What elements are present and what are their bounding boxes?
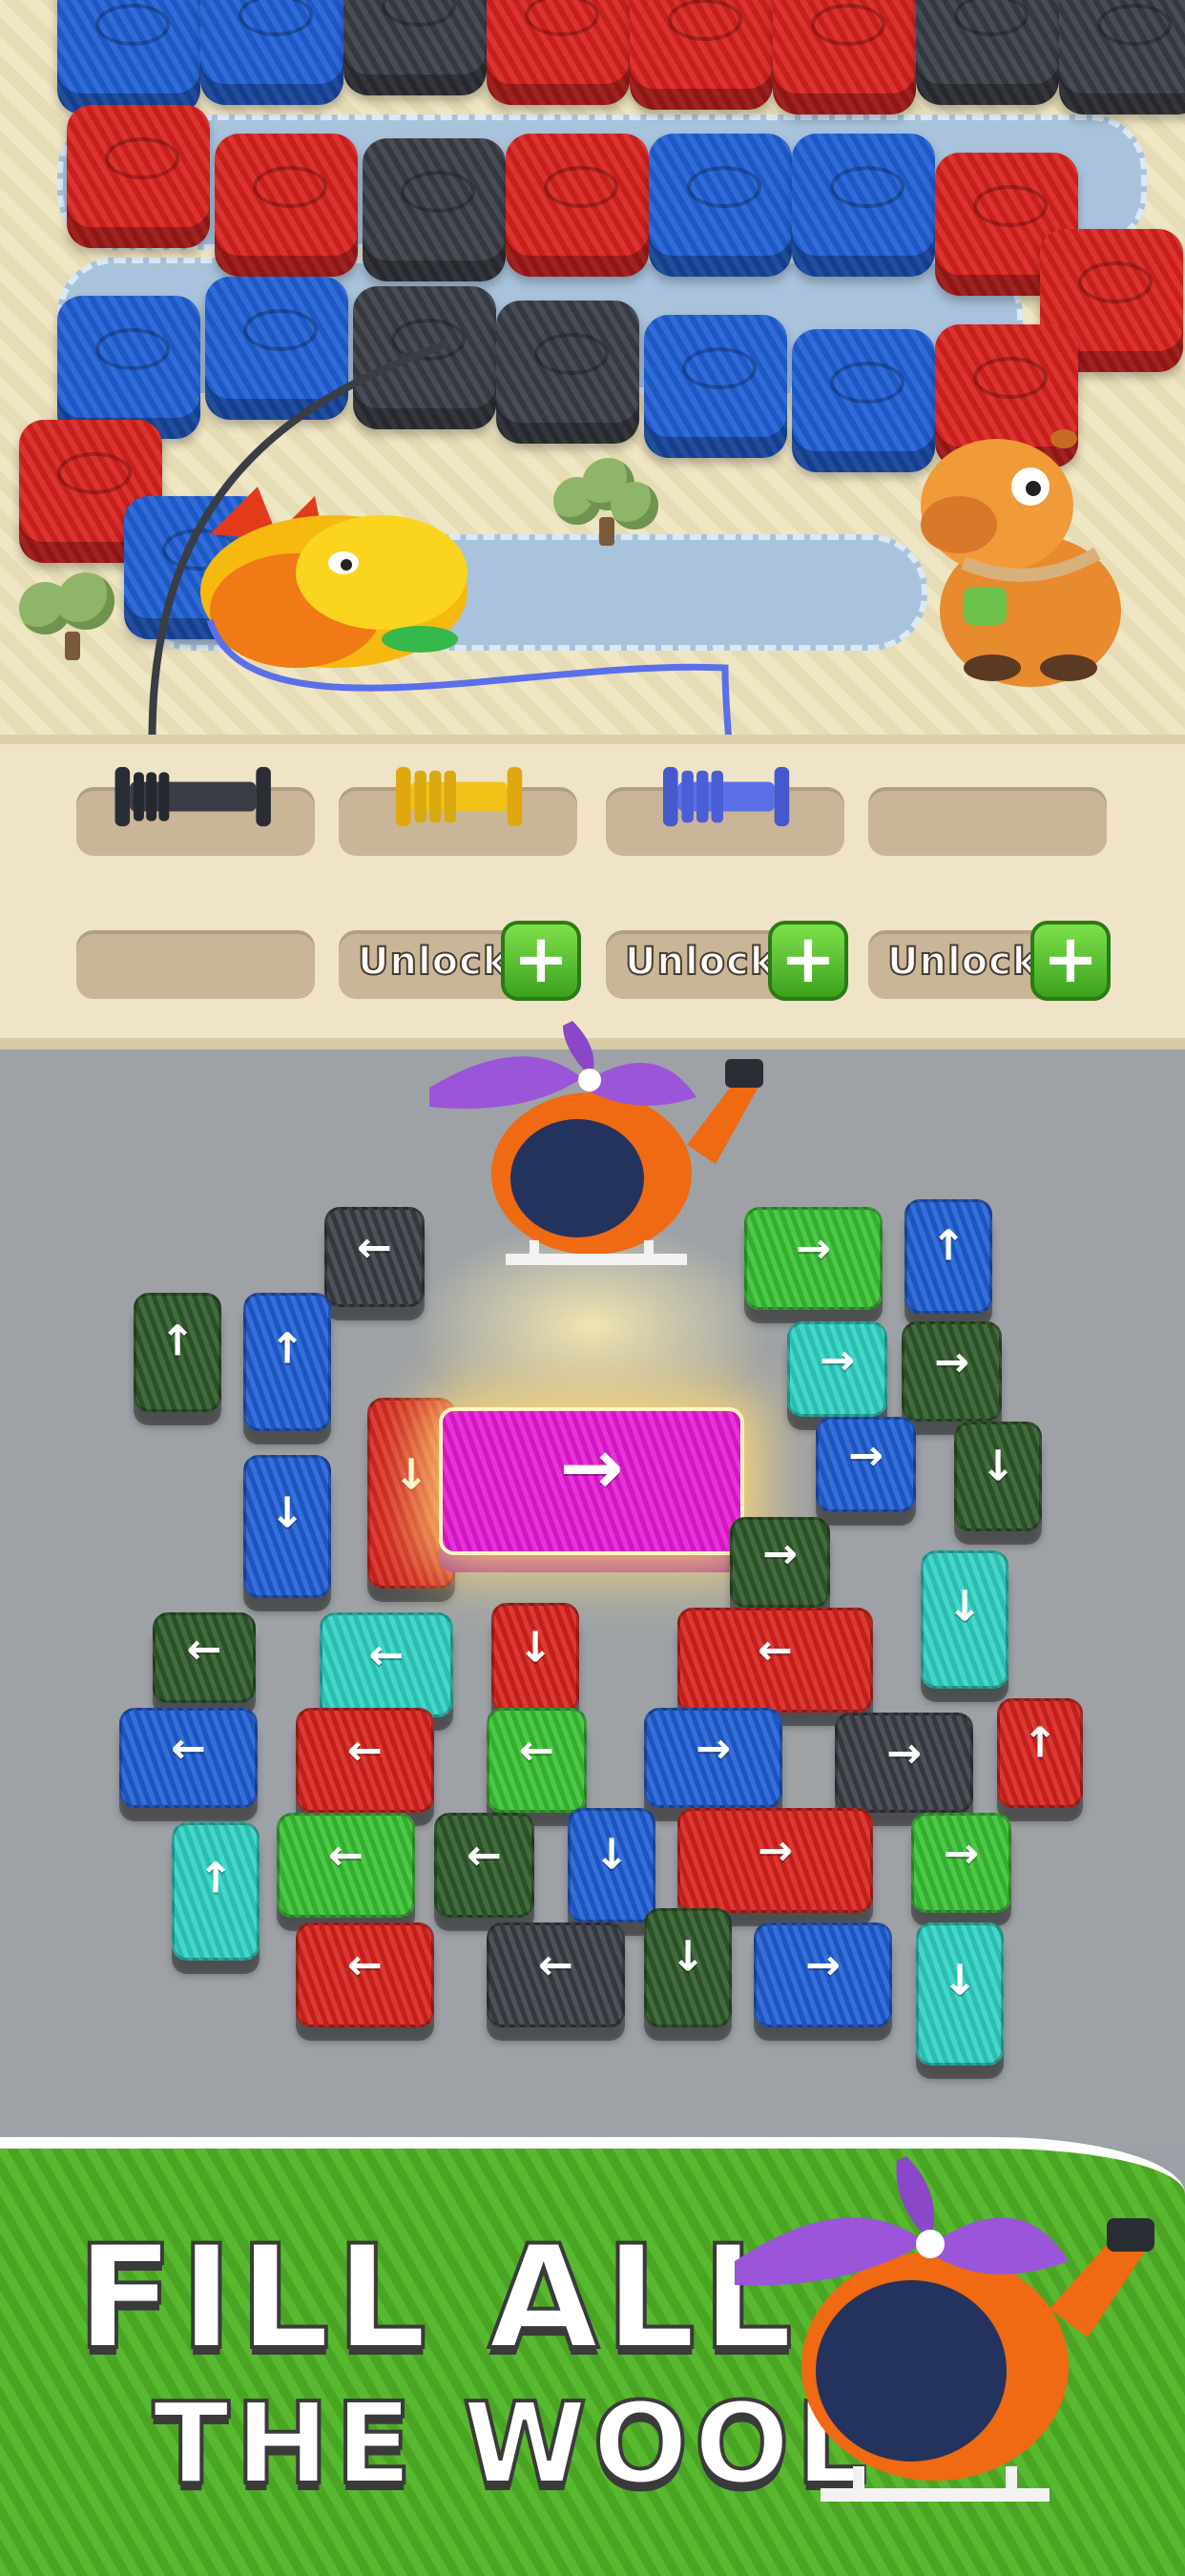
arrow-icon: → — [762, 1529, 798, 1579]
arrow-icon: ↓ — [942, 1956, 978, 2005]
wool-tile-teal[interactable]: ↑ — [172, 1822, 260, 1961]
wool-tile-darkgreen[interactable]: ↑ — [134, 1293, 221, 1412]
wool-tile-blue[interactable]: ↑ — [904, 1199, 992, 1314]
unlock-label: Unlock — [624, 939, 777, 985]
banner-title-line1: FILL ALL — [74, 2213, 799, 2383]
spool-yellow[interactable] — [372, 763, 553, 830]
unlock-label: Unlock — [357, 939, 509, 985]
wool-tile-darkgreen[interactable]: → — [902, 1321, 1002, 1422]
wool-tile-blue[interactable]: ↓ — [243, 1455, 331, 1598]
arrow-icon: → — [934, 1338, 969, 1387]
arrow-icon: ← — [328, 1831, 364, 1880]
arrow-icon: ← — [467, 1831, 502, 1880]
spool-slot-empty[interactable] — [76, 930, 315, 999]
wool-tile-teal[interactable]: ← — [320, 1612, 453, 1717]
wool-tile-red[interactable]: ↑ — [997, 1698, 1083, 1808]
arrow-icon: ← — [368, 1631, 405, 1680]
wool-tile-darkgreen[interactable]: ↓ — [644, 1908, 732, 2027]
wool-tile-red[interactable]: ↓ — [491, 1603, 579, 1713]
arrow-icon: ← — [538, 1941, 573, 1990]
unlock-label: Unlock — [886, 939, 1039, 985]
wool-tile-green[interactable]: ← — [277, 1813, 415, 1918]
wool-tile-blue[interactable]: → — [644, 1708, 782, 1808]
wool-tile-red[interactable]: ← — [296, 1708, 434, 1813]
wool-tile-darkgreen[interactable]: ← — [434, 1813, 534, 1918]
spool-black[interactable] — [81, 763, 320, 830]
arrow-icon: ↓ — [269, 1488, 305, 1538]
wool-tile-blue[interactable]: ← — [119, 1708, 258, 1808]
arrow-icon: ↑ — [930, 1221, 967, 1271]
wool-tile-red[interactable]: → — [677, 1808, 873, 1913]
wool-tile-magenta[interactable]: → — [439, 1407, 744, 1555]
wool-tile-black[interactable]: → — [835, 1713, 973, 1813]
arrow-icon: ↓ — [393, 1450, 429, 1500]
helicopter-character — [429, 1021, 763, 1265]
spool-periwinkle[interactable] — [639, 763, 821, 830]
arrow-icon: ← — [186, 1625, 222, 1674]
arrow-icon: ← — [347, 1726, 383, 1776]
arrow-icon: ↑ — [1022, 1718, 1058, 1768]
arrow-icon: → — [559, 1423, 624, 1512]
arrow-icon: ↑ — [159, 1317, 196, 1366]
arrow-icon: ↓ — [517, 1623, 553, 1672]
arrow-icon: ← — [519, 1726, 554, 1776]
wool-tile-green[interactable]: → — [911, 1813, 1011, 1913]
wool-board — [0, 0, 1185, 735]
arrow-icon: ← — [347, 1941, 383, 1990]
wool-tile-teal[interactable]: ↓ — [921, 1550, 1008, 1689]
unlock-plus-button[interactable]: + — [501, 921, 581, 1001]
locked-slot[interactable]: Unlock + — [339, 921, 581, 1001]
arrow-icon: ↓ — [946, 1582, 983, 1631]
wool-tile-black[interactable]: ← — [487, 1922, 625, 2027]
arrow-icon: ↓ — [670, 1932, 706, 1982]
arrow-icon: → — [886, 1729, 922, 1778]
unlock-plus-button[interactable]: + — [768, 921, 848, 1001]
wool-tile-darkgreen[interactable]: → — [730, 1517, 830, 1608]
locked-slot[interactable]: Unlock + — [868, 921, 1111, 1001]
wool-tile-teal[interactable]: ↓ — [916, 1922, 1004, 2066]
wool-tile-teal[interactable]: → — [787, 1321, 887, 1417]
wool-tile-blue[interactable]: → — [816, 1417, 916, 1512]
wool-tile-blue[interactable]: ↑ — [243, 1293, 331, 1431]
arrow-icon: ← — [357, 1223, 392, 1273]
wool-tile-blue[interactable]: → — [754, 1922, 892, 2027]
wool-tile-darkgreen[interactable]: ← — [153, 1612, 256, 1703]
arrow-icon: ← — [758, 1626, 793, 1675]
arrow-icon: → — [758, 1826, 793, 1876]
arrow-icon: → — [796, 1224, 831, 1274]
wool-tile-green[interactable]: ← — [487, 1708, 587, 1813]
arrow-icon: ← — [171, 1724, 206, 1774]
arrow-icon: ↓ — [980, 1442, 1016, 1491]
wool-tile-blue[interactable]: ↓ — [568, 1808, 655, 1922]
spool-slot[interactable] — [868, 787, 1107, 856]
thread-lines — [148, 340, 732, 735]
arrow-icon: ↑ — [198, 1854, 234, 1903]
arrow-icon: → — [696, 1724, 731, 1774]
spool-slot-area: Unlock + Unlock + Unlock + — [0, 735, 1185, 1049]
unlock-plus-button[interactable]: + — [1030, 921, 1111, 1001]
helicopter-character — [735, 2156, 1154, 2502]
arrow-icon: → — [944, 1829, 979, 1879]
wool-tile-red[interactable]: ← — [296, 1922, 434, 2027]
arrow-icon: ↓ — [593, 1830, 630, 1880]
arrow-icon: → — [848, 1431, 884, 1481]
arrow-icon: ↑ — [269, 1324, 305, 1374]
locked-slot[interactable]: Unlock + — [606, 921, 848, 1001]
wool-tile-red[interactable]: ← — [677, 1608, 873, 1713]
arrow-icon: → — [820, 1336, 855, 1385]
arrow-icon: → — [805, 1941, 841, 1990]
wool-tile-darkgreen[interactable]: ↓ — [954, 1422, 1042, 1531]
